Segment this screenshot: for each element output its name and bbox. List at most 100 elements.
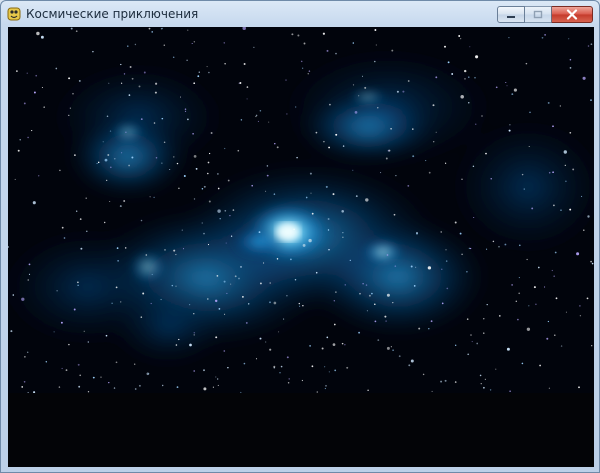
star xyxy=(300,60,303,63)
star xyxy=(193,82,196,85)
star xyxy=(77,284,79,286)
star xyxy=(395,174,397,177)
star xyxy=(65,369,68,371)
minimize-button[interactable] xyxy=(497,6,525,23)
star xyxy=(224,63,226,65)
star xyxy=(226,292,228,294)
star xyxy=(119,205,122,208)
star xyxy=(489,389,492,391)
star xyxy=(483,386,485,389)
star xyxy=(217,187,220,190)
star xyxy=(506,85,508,87)
star xyxy=(427,266,432,270)
star xyxy=(223,280,226,283)
star xyxy=(247,303,250,305)
star xyxy=(203,185,206,188)
star xyxy=(193,198,196,200)
star xyxy=(475,123,477,125)
star xyxy=(74,154,76,156)
star xyxy=(225,242,227,244)
star xyxy=(587,215,590,218)
star xyxy=(128,94,131,96)
star xyxy=(187,29,189,31)
star xyxy=(269,301,271,304)
star xyxy=(294,278,297,281)
star xyxy=(481,115,483,117)
star xyxy=(590,260,592,263)
python-game-icon xyxy=(7,7,21,21)
star xyxy=(285,79,287,81)
star xyxy=(569,208,572,211)
star xyxy=(151,31,153,33)
game-canvas[interactable] xyxy=(8,27,594,467)
star xyxy=(172,56,175,58)
star xyxy=(253,46,255,48)
star xyxy=(335,133,338,136)
minimize-icon xyxy=(507,15,515,18)
star xyxy=(396,90,399,93)
star xyxy=(398,355,401,358)
star xyxy=(273,365,276,368)
star xyxy=(506,347,510,351)
star xyxy=(468,76,470,78)
star xyxy=(297,34,300,37)
star xyxy=(298,302,300,305)
star xyxy=(163,44,166,47)
star xyxy=(303,42,306,45)
star xyxy=(106,179,108,181)
star xyxy=(12,294,15,296)
star xyxy=(380,172,382,174)
star xyxy=(179,96,182,98)
star xyxy=(455,344,457,346)
star xyxy=(531,207,534,210)
star xyxy=(441,268,443,270)
star xyxy=(444,379,447,382)
star xyxy=(386,293,390,297)
star xyxy=(161,117,164,120)
star xyxy=(508,129,511,132)
maximize-button[interactable] xyxy=(524,6,552,23)
star xyxy=(361,75,364,77)
close-button[interactable] xyxy=(551,6,593,23)
star xyxy=(218,308,221,310)
star xyxy=(219,217,221,220)
star xyxy=(263,262,265,264)
star xyxy=(230,235,233,237)
star xyxy=(72,92,74,95)
star xyxy=(182,248,185,250)
star xyxy=(79,374,82,377)
star xyxy=(193,155,197,158)
star xyxy=(568,38,570,40)
star xyxy=(14,178,16,180)
star xyxy=(77,363,80,366)
star xyxy=(63,237,66,239)
star xyxy=(352,42,355,44)
star xyxy=(533,286,536,289)
star xyxy=(183,175,186,177)
star xyxy=(21,386,24,388)
star xyxy=(255,358,258,360)
star xyxy=(461,253,463,256)
star xyxy=(276,146,279,149)
star xyxy=(554,334,556,337)
star xyxy=(155,157,158,159)
star xyxy=(374,303,376,306)
star xyxy=(309,345,311,347)
star xyxy=(518,292,521,295)
star xyxy=(134,43,137,46)
title-bar[interactable]: Космические приключения xyxy=(1,1,599,27)
star xyxy=(240,119,243,121)
star xyxy=(134,363,136,365)
star xyxy=(469,247,472,250)
star xyxy=(123,200,126,202)
star xyxy=(307,73,309,75)
star xyxy=(280,365,283,368)
star xyxy=(237,149,240,152)
star xyxy=(223,350,226,352)
star xyxy=(521,173,524,176)
star xyxy=(109,130,112,132)
star xyxy=(131,77,134,80)
star xyxy=(332,193,335,196)
star xyxy=(528,305,530,307)
star xyxy=(519,244,521,247)
